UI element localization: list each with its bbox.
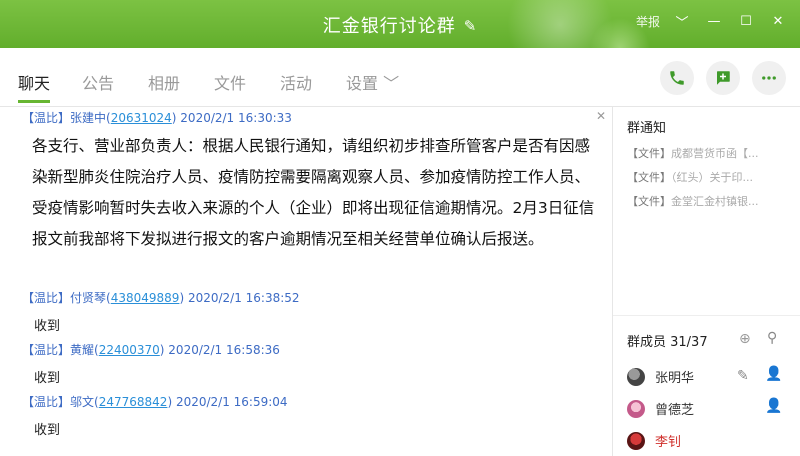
sender-qq-link[interactable]: 22400370	[99, 343, 160, 357]
owner-icon: 👤	[765, 366, 783, 382]
notice-item[interactable]: 【文件】（红头）关于印...	[627, 169, 753, 185]
notice-type: 【文件】	[627, 171, 671, 184]
tab-announcement[interactable]: 公告	[82, 70, 114, 94]
member-item[interactable]: 曾德芝	[627, 399, 694, 418]
message-text: 各支行、营业部负责人：根据人民银行通知，请组织初步排查所管客户是否有因感染新型肺…	[32, 137, 595, 248]
message-time: 2020/2/1 16:38:52	[187, 291, 300, 305]
notice-type: 【文件】	[627, 147, 671, 160]
side-panel: 群通知 【文件】成都营货币函【... 【文件】（红头）关于印... 【文件】金堂…	[612, 107, 800, 456]
minimize-button[interactable]: —	[698, 14, 730, 29]
tab-chat[interactable]: 聊天	[18, 70, 50, 94]
notice-item[interactable]: 【文件】成都营货币函【...	[627, 145, 759, 161]
sender-qq-link[interactable]: 438049889	[111, 291, 180, 305]
message-text: 收到	[34, 423, 61, 438]
member-name: 李钊	[655, 435, 682, 450]
sender-name[interactable]: 邬文	[70, 395, 94, 409]
notice-type: 【文件】	[627, 195, 671, 208]
more-icon	[762, 76, 776, 80]
add-member-icon[interactable]: ⊕	[739, 331, 751, 347]
report-button[interactable]: 举报	[630, 13, 666, 30]
sender-tag: 【温比】	[22, 395, 71, 409]
tab-files[interactable]: 文件	[214, 70, 246, 94]
sender-name[interactable]: 黄耀	[70, 343, 94, 357]
message-time: 2020/2/1 16:59:04	[175, 395, 288, 409]
member-name: 张明华	[655, 371, 695, 386]
notice-item[interactable]: 【文件】金堂汇金村镇银...	[627, 193, 759, 209]
message-header: 【温比】付贤琴(438049889) 2020/2/1 16:38:52	[22, 291, 300, 305]
edit-icon[interactable]: ✎	[737, 368, 749, 384]
avatar	[627, 367, 645, 386]
tab-settings[interactable]: 设置 ﹀	[346, 70, 399, 94]
sender-tag: 【温比】	[22, 111, 71, 125]
group-notice-heading[interactable]: 群通知	[627, 117, 666, 136]
title-bar: 汇金银行讨论群 ✎ 举报 ﹀ — ☐ ✕	[0, 0, 800, 48]
tab-album[interactable]: 相册	[148, 70, 180, 94]
phone-icon	[670, 71, 684, 85]
sender-qq-link[interactable]: 20631024	[111, 111, 172, 125]
window-controls: 举报 ﹀ — ☐ ✕	[630, 12, 794, 31]
message-time: 2020/2/1 16:30:33	[180, 111, 292, 125]
search-icon[interactable]: ⚲	[767, 330, 777, 346]
sender-name[interactable]: 张建中	[70, 111, 106, 125]
more-button[interactable]	[752, 61, 786, 95]
avatar	[627, 399, 645, 418]
notice-title: （红头）关于印...	[671, 171, 753, 184]
admin-icon: 👤	[765, 398, 783, 414]
edit-icon[interactable]: ✎	[464, 17, 478, 35]
group-name: 汇金银行讨论群	[322, 16, 456, 37]
message-button[interactable]	[706, 61, 740, 95]
close-icon[interactable]: ✕	[596, 109, 606, 123]
sender-tag: 【温比】	[22, 291, 71, 305]
message-header: 【温比】邬文(247768842) 2020/2/1 16:59:04	[22, 395, 288, 409]
call-button[interactable]	[660, 61, 694, 95]
tab-activity[interactable]: 活动	[280, 70, 312, 94]
sender-tag: 【温比】	[22, 343, 71, 357]
message-text: 收到	[34, 319, 61, 334]
close-button[interactable]: ✕	[762, 14, 794, 29]
member-item[interactable]: 张明华	[627, 367, 694, 386]
message-text: 收到	[34, 371, 61, 386]
member-name: 曾德芝	[655, 403, 695, 418]
notice-title: 成都营货币函【...	[671, 147, 759, 160]
chat-plus-icon	[717, 71, 730, 85]
tab-bar: 聊天 公告 相册 文件 活动 设置 ﹀	[0, 48, 800, 107]
divider	[613, 315, 800, 316]
message-header: 【温比】张建中(20631024) 2020/2/1 16:30:33	[22, 111, 292, 125]
maximize-button[interactable]: ☐	[730, 14, 762, 29]
avatar	[627, 431, 645, 450]
message-header: 【温比】黄耀(22400370) 2020/2/1 16:58:36	[22, 343, 280, 357]
members-heading: 群成员 31/37	[627, 335, 708, 350]
notice-title: 金堂汇金村镇银...	[671, 195, 759, 208]
sender-qq-link[interactable]: 247768842	[99, 395, 168, 409]
chat-area[interactable]: ✕ 【温比】张建中(20631024) 2020/2/1 16:30:33 各支…	[0, 107, 612, 456]
message-time: 2020/2/1 16:58:36	[168, 343, 280, 357]
chevron-down-icon[interactable]: ﹀	[666, 12, 698, 31]
active-tab-indicator	[18, 100, 50, 103]
member-item[interactable]: 李钊	[627, 431, 681, 450]
sender-name[interactable]: 付贤琴	[70, 291, 106, 305]
